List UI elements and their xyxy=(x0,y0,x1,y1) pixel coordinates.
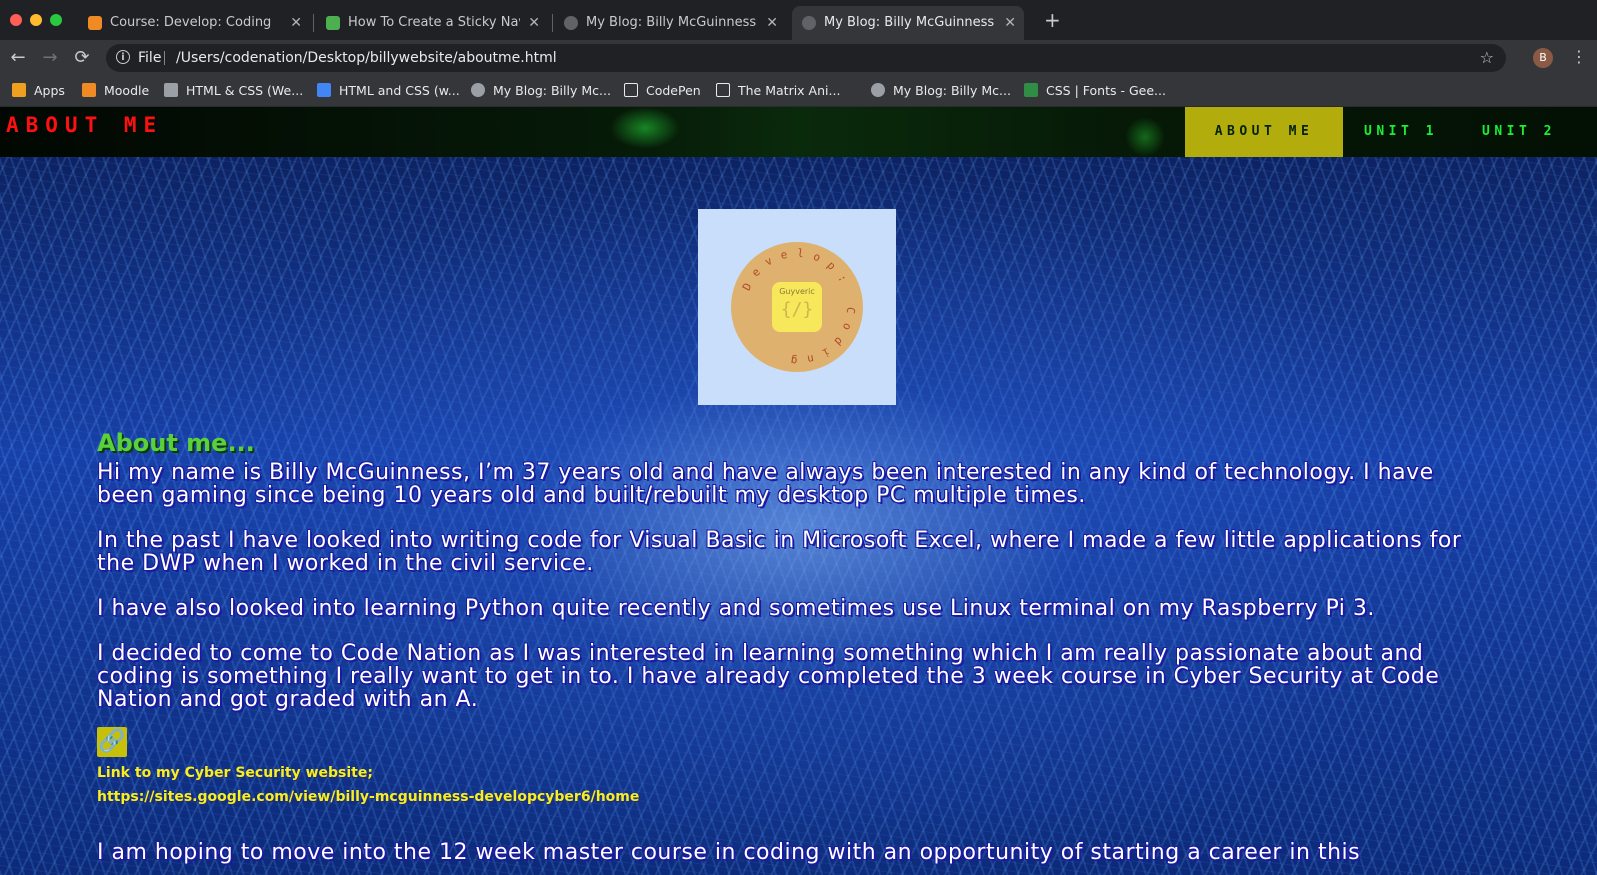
bookmark-my-blog[interactable]: My Blog: Billy Mc... xyxy=(471,76,611,106)
globe-icon xyxy=(871,83,885,97)
bookmark-label: My Blog: Billy Mc... xyxy=(893,83,1011,98)
browser-menu-icon[interactable]: ⋮ xyxy=(1571,46,1587,68)
gfg-icon xyxy=(1024,83,1038,97)
about-heading: About me... xyxy=(97,429,255,457)
bookmark-label: My Blog: Billy Mc... xyxy=(493,83,611,98)
globe-icon xyxy=(471,83,485,97)
bookmarks-bar: Apps Moodle HTML & CSS (We... HTML and C… xyxy=(0,76,1597,107)
moodle-icon xyxy=(82,83,96,97)
moodle-icon xyxy=(88,16,102,30)
bookmark-html-css-w[interactable]: HTML and CSS (w... xyxy=(317,76,460,106)
minimize-window-button[interactable] xyxy=(30,14,42,26)
site-title: ABOUT ME xyxy=(6,113,164,137)
bookmark-label: Moodle xyxy=(104,83,150,98)
maximize-window-button[interactable] xyxy=(50,14,62,26)
bookmark-html-css-we[interactable]: HTML & CSS (We... xyxy=(164,76,303,106)
logo-brand: Guyveric xyxy=(779,287,815,296)
profile-avatar[interactable]: B xyxy=(1533,48,1553,68)
bookmark-codepen[interactable]: CodePen xyxy=(624,76,701,106)
new-tab-button[interactable]: + xyxy=(1044,8,1061,32)
browser-tab[interactable]: Course: Develop: Coding ✕ xyxy=(78,6,310,40)
bookmark-label: The Matrix Ani... xyxy=(738,83,841,98)
header-glow-decoration xyxy=(610,107,680,149)
browser-tab-active[interactable]: My Blog: Billy McGuinness - De ✕ xyxy=(792,6,1024,40)
web-page: ABOUT ME ABOUT ME UNIT 1 UNIT 2 Develop:… xyxy=(0,107,1597,875)
tab-title: My Blog: Billy McGuinness - De xyxy=(586,15,758,30)
w3schools-icon xyxy=(326,16,340,30)
logo-disc: Develop: Coding Guyveric {/} xyxy=(731,242,863,372)
bookmark-label: HTML and CSS (w... xyxy=(339,83,460,98)
tab-title: My Blog: Billy McGuinness - De xyxy=(824,15,996,30)
header-glow-decoration xyxy=(1125,117,1165,157)
browser-tab[interactable]: How To Create a Sticky Navbar ✕ xyxy=(316,6,548,40)
bookmark-apps[interactable]: Apps xyxy=(12,76,65,106)
bookmark-my-blog-2[interactable]: My Blog: Billy Mc... xyxy=(871,76,1011,106)
bookmark-css-fonts[interactable]: CSS | Fonts - Gee... xyxy=(1024,76,1166,106)
bookmark-label: CSS | Fonts - Gee... xyxy=(1046,83,1166,98)
logo-image: Develop: Coding Guyveric {/} xyxy=(698,209,896,405)
tab-divider xyxy=(552,14,553,32)
codepen-icon xyxy=(716,83,730,97)
code-brackets-icon: {/} xyxy=(780,299,814,320)
bookmark-star-icon[interactable]: ☆ xyxy=(1480,44,1494,72)
paragraph: Hi my name is Billy McGuinness, I’m 37 y… xyxy=(97,460,1434,508)
codepen-icon xyxy=(624,83,638,97)
cyber-security-link[interactable]: https://sites.google.com/view/billy-mcgu… xyxy=(97,785,1497,809)
link-label: Link to my Cyber Security website; xyxy=(97,765,373,781)
tab-title: How To Create a Sticky Navbar xyxy=(348,15,520,30)
paragraph: I decided to come to Code Nation as I wa… xyxy=(97,641,1440,712)
html-css-icon xyxy=(164,83,178,97)
bookmark-moodle[interactable]: Moodle xyxy=(82,76,149,106)
close-tab-icon[interactable]: ✕ xyxy=(1004,6,1016,40)
reload-button[interactable]: ⟳ xyxy=(70,46,94,70)
site-info-icon[interactable]: i xyxy=(116,50,130,64)
nav-unit-1[interactable]: UNIT 1 xyxy=(1346,107,1456,157)
paragraph-partial: I am hoping to move into the 12 week mas… xyxy=(97,840,1361,865)
nav-about-me[interactable]: ABOUT ME xyxy=(1185,107,1343,157)
browser-toolbar: ← → ⟳ i File /Users/codenation/Desktop/b… xyxy=(0,40,1597,76)
about-content: About me... Hi my name is Billy McGuinne… xyxy=(97,429,1497,864)
globe-icon xyxy=(564,16,578,30)
close-tab-icon[interactable]: ✕ xyxy=(528,6,540,40)
bookmark-label: Apps xyxy=(34,83,65,98)
bookmark-label: HTML & CSS (We... xyxy=(186,83,304,98)
browser-tab-strip: Course: Develop: Coding ✕ How To Create … xyxy=(0,0,1597,40)
close-tab-icon[interactable]: ✕ xyxy=(290,6,302,40)
apps-grid-icon xyxy=(12,83,26,97)
close-tab-icon[interactable]: ✕ xyxy=(766,6,778,40)
logo-badge: Guyveric {/} xyxy=(772,282,822,332)
back-button[interactable]: ← xyxy=(6,46,30,70)
bookmark-label: CodePen xyxy=(646,83,701,98)
url-text[interactable]: /Users/codenation/Desktop/billywebsite/a… xyxy=(176,44,557,72)
bookmark-matrix[interactable]: The Matrix Ani... xyxy=(716,76,840,106)
close-window-button[interactable] xyxy=(10,14,22,26)
tab-divider xyxy=(313,14,314,32)
forward-button[interactable]: → xyxy=(38,46,62,70)
paragraph: In the past I have looked into writing c… xyxy=(97,528,1462,576)
nav-unit-2[interactable]: UNIT 2 xyxy=(1460,107,1578,157)
url-divider xyxy=(164,51,165,65)
browser-tab[interactable]: My Blog: Billy McGuinness - De ✕ xyxy=(554,6,786,40)
paragraph: I have also looked into learning Python … xyxy=(97,596,1375,621)
docs-icon xyxy=(317,83,331,97)
globe-icon xyxy=(802,16,816,30)
tab-title: Course: Develop: Coding xyxy=(110,15,272,30)
link-icon[interactable]: 🔗 xyxy=(97,727,127,757)
address-bar[interactable]: i File /Users/codenation/Desktop/billywe… xyxy=(106,44,1506,72)
site-header: ABOUT ME ABOUT ME UNIT 1 UNIT 2 xyxy=(0,107,1597,157)
url-scheme-label: File xyxy=(138,50,162,66)
